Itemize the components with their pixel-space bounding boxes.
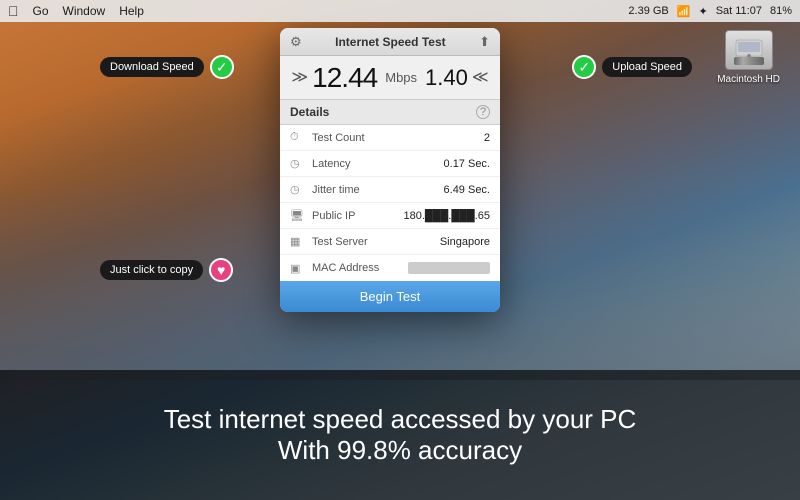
latency-value: 0.17 Sec. (444, 158, 490, 170)
menu-go[interactable]: Go (33, 4, 49, 18)
menubar:  Go Window Help 2.39 GB 📶 ✦ Sat 11:07 8… (0, 0, 800, 22)
details-title: Details (290, 105, 329, 119)
server-icon: ▦ (290, 235, 306, 248)
server-value: Singapore (440, 236, 490, 248)
gear-icon[interactable]: ⚙ (290, 34, 302, 50)
upload-arrows-icon: ≪ (472, 70, 489, 86)
detail-row-test-count: ⏱ Test Count 2 (280, 125, 500, 151)
bottom-text-line1: Test internet speed accessed by your PC (164, 404, 637, 435)
speed-test-window: ⚙ Internet Speed Test ⬆ ≫ 12.44 Mbps 1.4… (280, 28, 500, 312)
mac-value: ██████████ (408, 262, 490, 274)
latency-label: Latency (312, 158, 444, 170)
download-arrows-icon: ≫ (291, 70, 308, 86)
detail-row-public-ip: 🖥 Public IP 180.███.███.65 (280, 203, 500, 229)
details-header: Details ? (280, 100, 500, 125)
test-count-value: 2 (484, 132, 490, 144)
upload-speed-value: 1.40 (425, 65, 468, 91)
wifi-icon: 📶 (677, 5, 691, 18)
jitter-icon: ◷ (290, 183, 306, 196)
hd-label: Macintosh HD (717, 74, 780, 85)
test-count-icon: ⏱ (290, 131, 306, 144)
detail-row-jitter: ◷ Jitter time 6.49 Sec. (280, 177, 500, 203)
bottom-text-line2: With 99.8% accuracy (278, 435, 522, 466)
download-check-icon: ✓ (210, 55, 234, 79)
menu-window[interactable]: Window (63, 4, 106, 18)
server-label: Test Server (312, 236, 440, 248)
upload-label: Upload Speed (602, 57, 692, 77)
speed-unit: Mbps (385, 70, 417, 85)
data-usage: 2.39 GB (628, 5, 668, 17)
apple-menu[interactable]:  (8, 3, 19, 19)
copy-check-icon: ♥ (209, 258, 233, 282)
window-titlebar: ⚙ Internet Speed Test ⬆ (280, 28, 500, 56)
download-badge: Download Speed ✓ (100, 55, 234, 79)
hd-drive-icon (725, 30, 773, 70)
latency-icon: ◷ (290, 157, 306, 170)
mac-icon: ▣ (290, 262, 306, 275)
macintosh-hd-icon[interactable]: Macintosh HD (717, 30, 780, 85)
battery: 81% (770, 5, 792, 17)
bottom-overlay: Test internet speed accessed by your PC … (0, 370, 800, 500)
test-count-label: Test Count (312, 132, 484, 144)
window-title: Internet Speed Test (302, 35, 479, 49)
speed-display: ≫ 12.44 Mbps 1.40 ≪ (280, 56, 500, 100)
copy-label: Just click to copy (100, 260, 203, 280)
detail-row-latency: ◷ Latency 0.17 Sec. (280, 151, 500, 177)
jitter-value: 6.49 Sec. (444, 184, 490, 196)
begin-test-button[interactable]: Begin Test (280, 281, 500, 312)
detail-row-mac: ▣ MAC Address ██████████ (280, 255, 500, 281)
details-section: Details ? ⏱ Test Count 2 ◷ Latency 0.17 … (280, 100, 500, 281)
menubar-right: 2.39 GB 📶 ✦ Sat 11:07 81% (628, 5, 792, 18)
mac-label: MAC Address (312, 262, 408, 274)
clock: Sat 11:07 (716, 5, 762, 17)
detail-row-server: ▦ Test Server Singapore (280, 229, 500, 255)
bluetooth-icon: ✦ (698, 5, 707, 18)
copy-badge[interactable]: Just click to copy ♥ (100, 258, 233, 282)
menu-help[interactable]: Help (119, 4, 144, 18)
share-icon[interactable]: ⬆ (479, 34, 490, 50)
help-icon[interactable]: ? (476, 105, 490, 119)
public-ip-label: Public IP (312, 210, 403, 222)
download-label: Download Speed (100, 57, 204, 77)
menubar-left:  Go Window Help (8, 3, 144, 19)
upload-check-icon: ✓ (572, 55, 596, 79)
jitter-label: Jitter time (312, 184, 444, 196)
upload-badge: ✓ Upload Speed (572, 55, 692, 79)
public-ip-icon: 🖥 (290, 209, 306, 222)
public-ip-value: 180.███.███.65 (403, 210, 490, 222)
download-speed-value: 12.44 (312, 62, 377, 94)
